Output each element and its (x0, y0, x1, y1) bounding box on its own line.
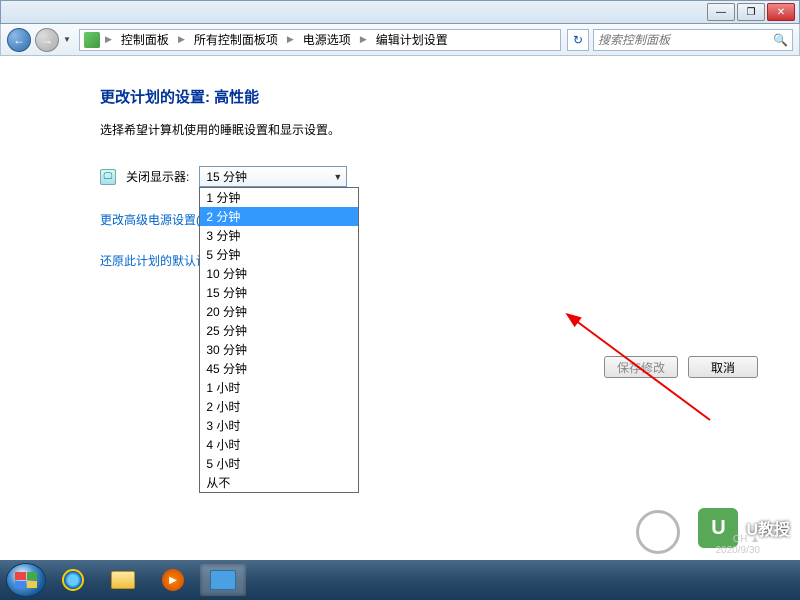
chevron-down-icon: ▼ (333, 172, 342, 182)
dropdown-option[interactable]: 5 分钟 (200, 245, 358, 264)
breadcrumb-item[interactable]: 所有控制面板项 (190, 29, 282, 50)
forward-button[interactable]: → (35, 28, 59, 52)
ie-icon (62, 569, 84, 591)
breadcrumb-sep-icon: ▶ (357, 34, 370, 45)
window-titlebar: — ❐ ✕ (0, 0, 800, 24)
taskbar-explorer[interactable] (100, 564, 146, 596)
minimize-button[interactable]: — (707, 3, 735, 21)
display-off-setting-row: 🖵 关闭显示器: 15 分钟 ▼ 1 分钟2 分钟3 分钟5 分钟10 分钟15… (100, 166, 770, 187)
breadcrumb-sep-icon: ▶ (175, 34, 188, 45)
content-area: 更改计划的设置: 高性能 选择希望计算机使用的睡眠设置和显示设置。 🖵 关闭显示… (0, 56, 800, 299)
page-title: 更改计划的设置: 高性能 (100, 86, 770, 107)
explorer-navbar: ← → ▼ ▶ 控制面板 ▶ 所有控制面板项 ▶ 电源选项 ▶ 编辑计划设置 ↻… (0, 24, 800, 56)
tray-lang: CH ▲ (716, 534, 761, 545)
windows-logo-icon (15, 572, 37, 588)
display-off-dropdown[interactable]: 1 分钟2 分钟3 分钟5 分钟10 分钟15 分钟20 分钟25 分钟30 分… (199, 187, 359, 493)
breadcrumb-sep-icon: ▶ (102, 34, 115, 45)
breadcrumb-item[interactable]: 编辑计划设置 (372, 29, 452, 50)
taskbar-wmp[interactable]: ▶ (150, 564, 196, 596)
window-controls: — ❐ ✕ (707, 3, 795, 21)
monitor-icon: 🖵 (100, 169, 116, 185)
breadcrumb-item[interactable]: 控制面板 (117, 29, 173, 50)
dropdown-option[interactable]: 30 分钟 (200, 340, 358, 359)
wmp-icon: ▶ (162, 569, 184, 591)
search-input[interactable] (598, 33, 773, 47)
dropdown-option[interactable]: 1 小时 (200, 378, 358, 397)
control-panel-taskbar-icon (210, 570, 236, 590)
back-button[interactable]: ← (7, 28, 31, 52)
cancel-button[interactable]: 取消 (688, 356, 758, 378)
maximize-button[interactable]: ❐ (737, 3, 765, 21)
dropdown-option[interactable]: 1 分钟 (200, 188, 358, 207)
display-off-combo[interactable]: 15 分钟 ▼ 1 分钟2 分钟3 分钟5 分钟10 分钟15 分钟20 分钟2… (199, 166, 347, 187)
search-box[interactable]: 🔍 (593, 29, 793, 51)
close-button[interactable]: ✕ (767, 3, 795, 21)
combo-box[interactable]: 15 分钟 ▼ (199, 166, 347, 187)
tray-date: 2020/9/30 (716, 545, 761, 556)
save-button[interactable]: 保存修改 (604, 356, 678, 378)
breadcrumb-sep-icon: ▶ (284, 34, 297, 45)
refresh-icon: ↻ (573, 33, 583, 47)
dropdown-option[interactable]: 25 分钟 (200, 321, 358, 340)
explorer-icon (111, 571, 135, 589)
taskbar-control-panel[interactable] (200, 564, 246, 596)
taskbar-ie[interactable] (50, 564, 96, 596)
breadcrumb[interactable]: ▶ 控制面板 ▶ 所有控制面板项 ▶ 电源选项 ▶ 编辑计划设置 (79, 29, 561, 51)
control-panel-icon (84, 32, 100, 48)
dropdown-option[interactable]: 4 小时 (200, 435, 358, 454)
action-buttons: 保存修改 取消 (604, 356, 758, 378)
taskbar[interactable]: ▶ (0, 560, 800, 600)
breadcrumb-item[interactable]: 电源选项 (299, 29, 355, 50)
nav-history-dropdown-icon[interactable]: ▼ (63, 35, 75, 44)
dropdown-option[interactable]: 3 小时 (200, 416, 358, 435)
dropdown-option[interactable]: 2 小时 (200, 397, 358, 416)
dropdown-option[interactable]: 10 分钟 (200, 264, 358, 283)
dropdown-option[interactable]: 45 分钟 (200, 359, 358, 378)
dropdown-option[interactable]: 20 分钟 (200, 302, 358, 321)
dropdown-option[interactable]: 从不 (200, 473, 358, 492)
tray-clock: CH ▲ 2020/9/30 (716, 534, 761, 556)
dropdown-option[interactable]: 2 分钟 (200, 207, 358, 226)
dropdown-option[interactable]: 15 分钟 (200, 283, 358, 302)
dropdown-option[interactable]: 3 分钟 (200, 226, 358, 245)
start-button[interactable] (6, 563, 46, 597)
search-icon: 🔍 (773, 33, 788, 47)
combo-selected-value: 15 分钟 (206, 168, 247, 185)
display-off-label: 关闭显示器: (126, 168, 189, 185)
refresh-button[interactable]: ↻ (567, 29, 589, 51)
dropdown-option[interactable]: 5 小时 (200, 454, 358, 473)
watermark-circle (636, 510, 680, 554)
page-description: 选择希望计算机使用的睡眠设置和显示设置。 (100, 121, 770, 138)
